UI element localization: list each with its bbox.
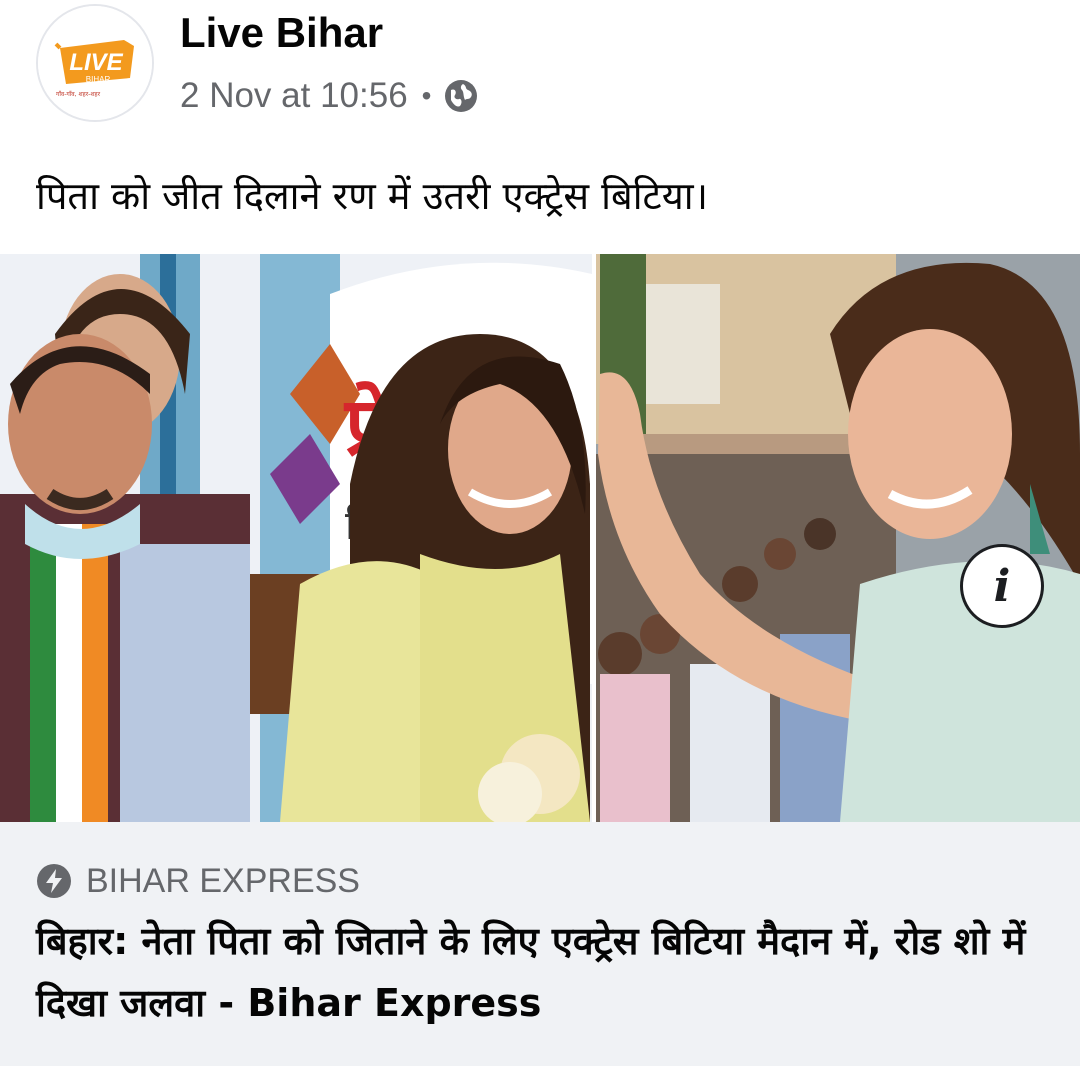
logo-tagline: गाँव-गाँव, शहर-शहर (56, 90, 101, 98)
link-title[interactable]: बिहार: नेता पिता को जिताने के लिए एक्ट्र… (36, 910, 1046, 1034)
link-source: BIHAR EXPRESS (36, 858, 360, 904)
collage-photo: प्रे दिन (0, 254, 1080, 822)
link-source-name: BIHAR EXPRESS (86, 861, 360, 900)
page-name[interactable]: Live Bihar (180, 10, 383, 56)
post-header: LIVE BIHAR गाँव-गाँव, शहर-शहर Live Bihar… (0, 0, 1080, 140)
post-image[interactable]: प्रे दिन (0, 254, 1080, 822)
info-button[interactable]: i (960, 544, 1044, 628)
link-preview[interactable]: BIHAR EXPRESS बिहार: नेता पिता को जिताने… (0, 822, 1080, 1066)
post-timestamp[interactable]: 2 Nov at 10:56 (180, 76, 408, 116)
globe-icon (445, 80, 478, 112)
page-avatar[interactable]: LIVE BIHAR गाँव-गाँव, शहर-शहर (36, 4, 154, 122)
lightning-icon (37, 864, 71, 898)
post-caption: पिता को जीत दिलाने रण में उतरी एक्ट्रेस … (36, 174, 708, 218)
facebook-post: LIVE BIHAR गाँव-गाँव, शहर-शहर Live Bihar… (0, 0, 1080, 1076)
meta-separator: • (421, 80, 432, 111)
logo-text: LIVE (69, 49, 123, 76)
live-bihar-logo: LIVE BIHAR गाँव-गाँव, शहर-शहर (38, 6, 152, 120)
logo-subtext: BIHAR (86, 75, 111, 84)
post-bottom-edge (0, 1066, 1080, 1076)
post-meta: 2 Nov at 10:56 • (180, 74, 479, 118)
